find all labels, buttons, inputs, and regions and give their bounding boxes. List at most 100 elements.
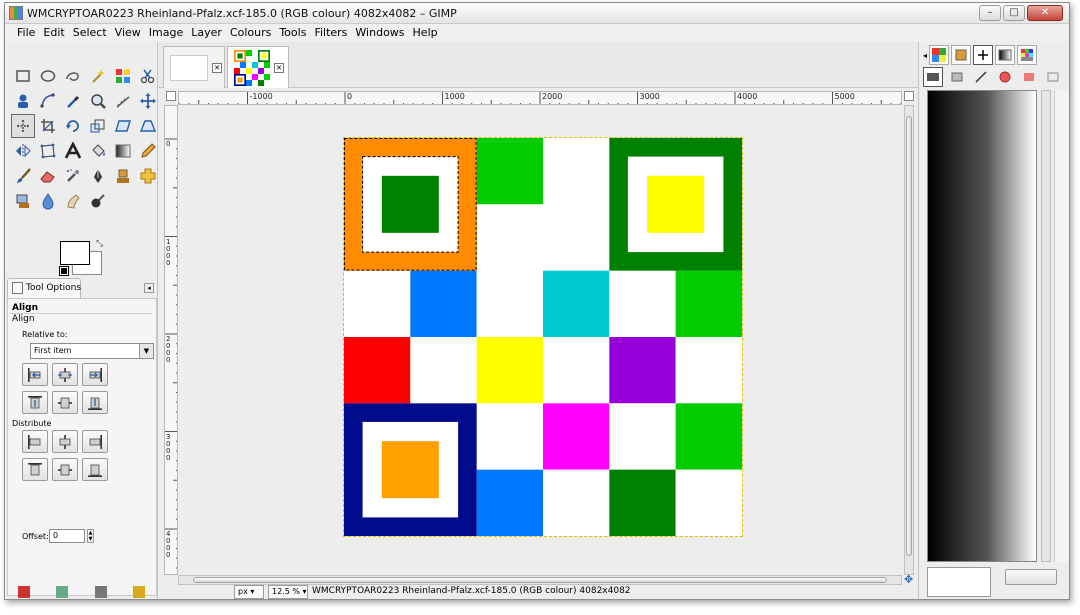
scale-tool[interactable] <box>86 114 110 138</box>
scroll-thumb[interactable] <box>193 577 887 583</box>
move-tool[interactable] <box>136 89 160 113</box>
horizontal-ruler[interactable]: -1000 0 1000 2000 3000 4000 5000 <box>178 91 902 105</box>
eraser-tool[interactable] <box>36 164 60 188</box>
paintbrush-tool[interactable] <box>11 164 35 188</box>
patterns-icon[interactable] <box>929 45 950 65</box>
palettes-icon[interactable] <box>1017 45 1038 65</box>
rotate-tool[interactable] <box>61 114 85 138</box>
distribute-center-button[interactable] <box>52 430 78 453</box>
menu-filters[interactable]: Filters <box>310 24 351 42</box>
text-tool[interactable] <box>61 139 85 163</box>
image-canvas[interactable] <box>343 137 743 537</box>
save-options-icon[interactable] <box>18 586 31 598</box>
edit-button[interactable] <box>1005 569 1057 585</box>
dock-scrollbar[interactable] <box>1041 90 1051 562</box>
close-icon[interactable]: ✕ <box>274 63 284 73</box>
zoom-fit-toggle[interactable] <box>904 91 914 101</box>
minimize-button[interactable]: – <box>979 5 1001 21</box>
clone-tool[interactable] <box>111 164 135 188</box>
colormap-icon[interactable] <box>995 67 1015 87</box>
color-picker-tool[interactable] <box>61 89 85 113</box>
undo-icon[interactable] <box>1043 67 1063 87</box>
ink-tool[interactable] <box>86 164 110 188</box>
close-icon[interactable]: ✕ <box>212 63 222 73</box>
channels-icon[interactable] <box>947 67 967 87</box>
relative-to-dropdown[interactable]: First item ▼ <box>30 343 154 359</box>
align-left-button[interactable] <box>22 363 48 386</box>
restore-options-icon[interactable] <box>56 586 69 598</box>
cage-tool[interactable] <box>36 139 60 163</box>
vertical-ruler[interactable]: 0 1000 2000 3000 4000 <box>164 105 178 575</box>
tab-tool-options[interactable]: Tool Options <box>7 278 81 298</box>
quick-mask-toggle[interactable] <box>166 91 176 101</box>
menu-edit[interactable]: Edit <box>39 24 68 42</box>
menu-layer[interactable]: Layer <box>187 24 226 42</box>
brush-preview[interactable] <box>927 567 991 597</box>
vertical-scrollbar[interactable] <box>904 105 914 575</box>
menu-view[interactable]: View <box>111 24 145 42</box>
perspective-tool[interactable] <box>136 114 160 138</box>
bucket-fill-tool[interactable] <box>86 139 110 163</box>
foreground-select-tool[interactable] <box>11 89 35 113</box>
zoom-dropdown[interactable]: 12.5 % ▾ <box>268 585 308 599</box>
horizontal-scrollbar[interactable] <box>178 575 902 585</box>
airbrush-tool[interactable] <box>61 164 85 188</box>
free-select-tool[interactable] <box>61 64 85 88</box>
distribute-left-button[interactable] <box>22 430 48 453</box>
align-right-button[interactable] <box>82 363 108 386</box>
align-top-button[interactable] <box>22 391 48 414</box>
align-bottom-button[interactable] <box>82 391 108 414</box>
menu-tools[interactable]: Tools <box>275 24 310 42</box>
layers-icon[interactable] <box>923 67 943 87</box>
distribute-middle-button[interactable] <box>52 458 78 481</box>
shear-tool[interactable] <box>111 114 135 138</box>
delete-options-icon[interactable] <box>94 586 107 598</box>
unit-dropdown[interactable]: px ▾ <box>234 585 264 599</box>
perspective-clone-tool[interactable] <box>11 189 35 213</box>
image-tab-blank[interactable]: ✕ <box>163 46 225 88</box>
dock-menu-icon[interactable]: ◂ <box>923 51 927 60</box>
scroll-thumb[interactable] <box>906 116 912 556</box>
navigate-icon[interactable]: ✥ <box>904 573 913 586</box>
image-tab-rheinland-pfalz[interactable]: ✕ <box>227 46 289 88</box>
menu-help[interactable]: Help <box>409 24 442 42</box>
flip-tool[interactable] <box>11 139 35 163</box>
blur-tool[interactable] <box>36 189 60 213</box>
default-colors-icon[interactable] <box>59 266 69 276</box>
paths-icon[interactable] <box>971 67 991 87</box>
menu-windows[interactable]: Windows <box>351 24 408 42</box>
distribute-right-button[interactable] <box>82 430 108 453</box>
rect-select-tool[interactable] <box>11 64 35 88</box>
gradients-icon[interactable] <box>995 45 1016 65</box>
reset-options-icon[interactable] <box>132 586 145 598</box>
measure-tool[interactable] <box>111 89 135 113</box>
dodge-burn-tool[interactable] <box>86 189 110 213</box>
zoom-tool[interactable] <box>86 89 110 113</box>
pencil-tool[interactable] <box>136 139 160 163</box>
scissors-tool[interactable] <box>136 64 160 88</box>
brushes-icon[interactable] <box>951 45 972 65</box>
swap-colors-icon[interactable]: ⤡ <box>96 239 103 249</box>
align-tool[interactable] <box>11 114 35 138</box>
image-viewport[interactable] <box>178 105 902 575</box>
blend-tool[interactable] <box>111 139 135 163</box>
menu-image[interactable]: Image <box>145 24 187 42</box>
crop-tool[interactable] <box>36 114 60 138</box>
ellipse-select-tool[interactable] <box>36 64 60 88</box>
fuzzy-select-tool[interactable] <box>86 64 110 88</box>
offset-stepper-icon[interactable]: ▲ ▼ <box>87 529 94 543</box>
smudge-tool[interactable] <box>61 189 85 213</box>
foreground-color-swatch[interactable] <box>60 241 90 265</box>
paths-tool[interactable] <box>36 89 60 113</box>
histogram-icon[interactable] <box>1019 67 1039 87</box>
fonts-icon[interactable] <box>973 45 994 65</box>
menu-file[interactable]: File <box>13 24 39 42</box>
panel-menu-icon[interactable]: ◂ <box>144 283 154 293</box>
maximize-button[interactable]: □ <box>1003 5 1025 21</box>
close-button[interactable]: ✕ <box>1027 5 1063 21</box>
align-middle-button[interactable] <box>52 391 78 414</box>
heal-tool[interactable] <box>136 164 160 188</box>
distribute-bottom-button[interactable] <box>82 458 108 481</box>
offset-input[interactable]: 0 <box>49 529 85 543</box>
gradient-preview[interactable] <box>927 90 1037 562</box>
